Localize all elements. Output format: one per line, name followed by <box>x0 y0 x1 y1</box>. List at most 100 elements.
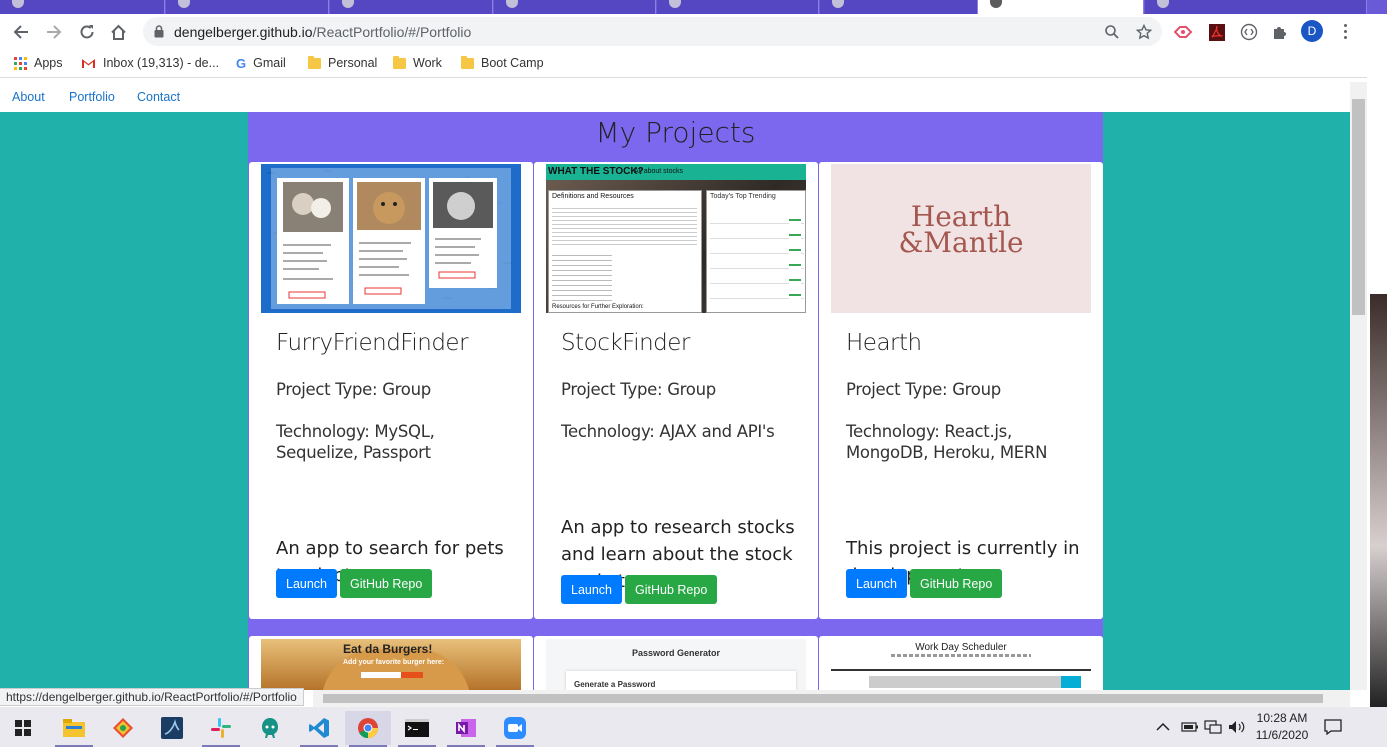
projects-panel: My Projects FurryFriendFinder Project Ty… <box>248 112 1103 690</box>
taskbar-chrome[interactable] <box>345 711 391 747</box>
browser-toolbar: dengelberger.github.io/ReactPortfolio/#/… <box>0 14 1367 48</box>
star-icon <box>1136 24 1152 40</box>
scrollbar-thumb[interactable] <box>323 694 1323 703</box>
thumb-subtitle: Add your favorite burger here: <box>343 659 445 666</box>
profile-avatar[interactable]: D <box>1301 20 1323 42</box>
bookmark-label: Personal <box>328 56 378 70</box>
forward-arrow-icon <box>47 25 62 39</box>
project-screenshot[interactable]: Hearth &Mantle <box>831 164 1091 313</box>
horizontal-scrollbar[interactable] <box>313 690 1350 707</box>
project-title: Hearth <box>846 330 922 356</box>
thumb-title: Password Generator <box>631 648 721 658</box>
project-screenshot[interactable]: Work Day Scheduler <box>831 639 1091 690</box>
folder-icon <box>308 55 321 69</box>
browser-tab[interactable] <box>330 0 493 14</box>
thumb-title: Eat da Burgers! <box>343 642 433 656</box>
zoom-button[interactable] <box>1102 22 1122 42</box>
extension-button[interactable] <box>1173 22 1193 42</box>
taskbar-mysql-workbench[interactable] <box>149 711 195 745</box>
project-card-stockfinder: WHAT THE STOCK? All about stocks Definit… <box>534 162 818 619</box>
project-screenshot[interactable]: Eat da Burgers! Add your favorite burger… <box>261 639 521 690</box>
file-explorer-icon <box>63 719 85 737</box>
taskbar-onenote[interactable] <box>443 711 489 747</box>
reload-icon <box>80 25 94 39</box>
taskbar-zoom[interactable] <box>492 711 538 747</box>
thumb-title: Work Day Scheduler <box>915 642 1007 653</box>
bookmark-folder-bootcamp[interactable]: Boot Camp <box>461 54 544 72</box>
windows-taskbar: 10:28 AM 11/6/2020 <box>0 707 1387 747</box>
extensions-menu-button[interactable] <box>1270 22 1290 42</box>
forward-button[interactable] <box>41 19 67 45</box>
taskbar-terminal[interactable] <box>394 711 440 747</box>
extension-button[interactable] <box>1207 22 1227 42</box>
extension-button[interactable] <box>1239 22 1259 42</box>
taskbar-git-app[interactable] <box>100 711 146 745</box>
bookmark-folder-personal[interactable]: Personal <box>308 54 377 72</box>
thumb-definitions-panel: Definitions and Resources Resources for … <box>548 190 702 313</box>
taskbar-file-explorer[interactable] <box>51 711 97 747</box>
chrome-icon <box>358 718 379 739</box>
scrollbar-thumb[interactable] <box>1352 99 1365 315</box>
taskbar-slack[interactable] <box>198 711 244 747</box>
bookmark-gmail[interactable]: G Gmail <box>236 54 286 72</box>
reload-button[interactable] <box>74 19 100 45</box>
chevron-up-icon[interactable] <box>1156 722 1170 732</box>
browser-tab[interactable] <box>0 0 165 14</box>
github-repo-button[interactable]: GitHub Repo <box>910 569 1003 598</box>
vertical-scrollbar[interactable] <box>1350 82 1367 690</box>
browser-tab-active[interactable] <box>978 0 1144 14</box>
browser-tab[interactable] <box>166 0 329 14</box>
git-diamond-icon <box>113 718 133 738</box>
project-screenshot[interactable]: Password Generator Generate a Password <box>546 639 806 690</box>
nav-link-about[interactable]: About <box>12 90 45 104</box>
launch-button[interactable]: Launch <box>276 569 338 598</box>
tray-volume[interactable] <box>1228 707 1246 747</box>
github-repo-button[interactable]: GitHub Repo <box>625 575 718 604</box>
code-extension-icon <box>1240 23 1258 41</box>
slack-icon <box>211 718 231 738</box>
browser-tab[interactable] <box>1145 0 1367 14</box>
bookmark-label: Work <box>413 56 442 70</box>
browser-tab[interactable] <box>494 0 656 14</box>
browser-tab[interactable] <box>657 0 819 14</box>
battery-icon <box>1181 722 1198 732</box>
project-card-hearth: Hearth &Mantle Hearth Project Type: Grou… <box>819 162 1103 619</box>
bookmark-inbox[interactable]: Inbox (19,313) - de... <box>81 54 219 72</box>
home-button[interactable] <box>105 19 131 45</box>
back-button[interactable] <box>8 19 34 45</box>
nav-link-portfolio[interactable]: Portfolio <box>69 90 115 104</box>
gmail-icon <box>82 58 95 68</box>
thumb-panel-title: Today's Top Trending <box>710 193 776 200</box>
action-center-button[interactable] <box>1324 707 1342 747</box>
project-screenshot[interactable]: WHAT THE STOCK? All about stocks Definit… <box>546 164 806 313</box>
bookmark-folder-work[interactable]: Work <box>393 54 442 72</box>
bookmark-star-button[interactable] <box>1134 22 1154 42</box>
project-card-burger: Eat da Burgers! Add your favorite burger… <box>249 636 533 690</box>
taskbar-vscode[interactable] <box>296 711 342 747</box>
home-icon <box>110 24 126 40</box>
bookmark-apps[interactable]: Apps <box>14 54 63 72</box>
bookmark-label: Boot Camp <box>481 56 544 70</box>
taskbar-gitkraken[interactable] <box>247 711 293 745</box>
taskbar-clock[interactable]: 10:28 AM 11/6/2020 <box>1250 710 1314 744</box>
browser-menu-button[interactable] <box>1337 21 1353 41</box>
start-button[interactable] <box>0 711 46 745</box>
notification-icon <box>1324 719 1342 735</box>
folder-icon <box>461 55 474 69</box>
project-buttons: Launch GitHub Repo <box>561 575 718 604</box>
page-title: My Projects <box>595 116 756 149</box>
launch-button[interactable]: Launch <box>846 569 908 598</box>
thumb-trending-panel: Today's Top Trending <box>706 190 806 313</box>
thumb-panel-title: Definitions and Resources <box>552 193 634 200</box>
browser-tab[interactable] <box>820 0 978 14</box>
github-repo-button[interactable]: GitHub Repo <box>340 569 433 598</box>
bookmark-label: Gmail <box>253 56 286 70</box>
nav-link-contact[interactable]: Contact <box>137 90 180 104</box>
project-screenshot[interactable] <box>261 164 521 313</box>
address-bar[interactable]: dengelberger.github.io/ReactPortfolio/#/… <box>143 17 1162 46</box>
tray-battery[interactable] <box>1181 707 1199 747</box>
volume-icon <box>1229 721 1245 733</box>
thumb-panel-footer: Resources for Further Exploration: <box>552 304 644 310</box>
launch-button[interactable]: Launch <box>561 575 623 604</box>
tray-network[interactable] <box>1204 707 1222 747</box>
